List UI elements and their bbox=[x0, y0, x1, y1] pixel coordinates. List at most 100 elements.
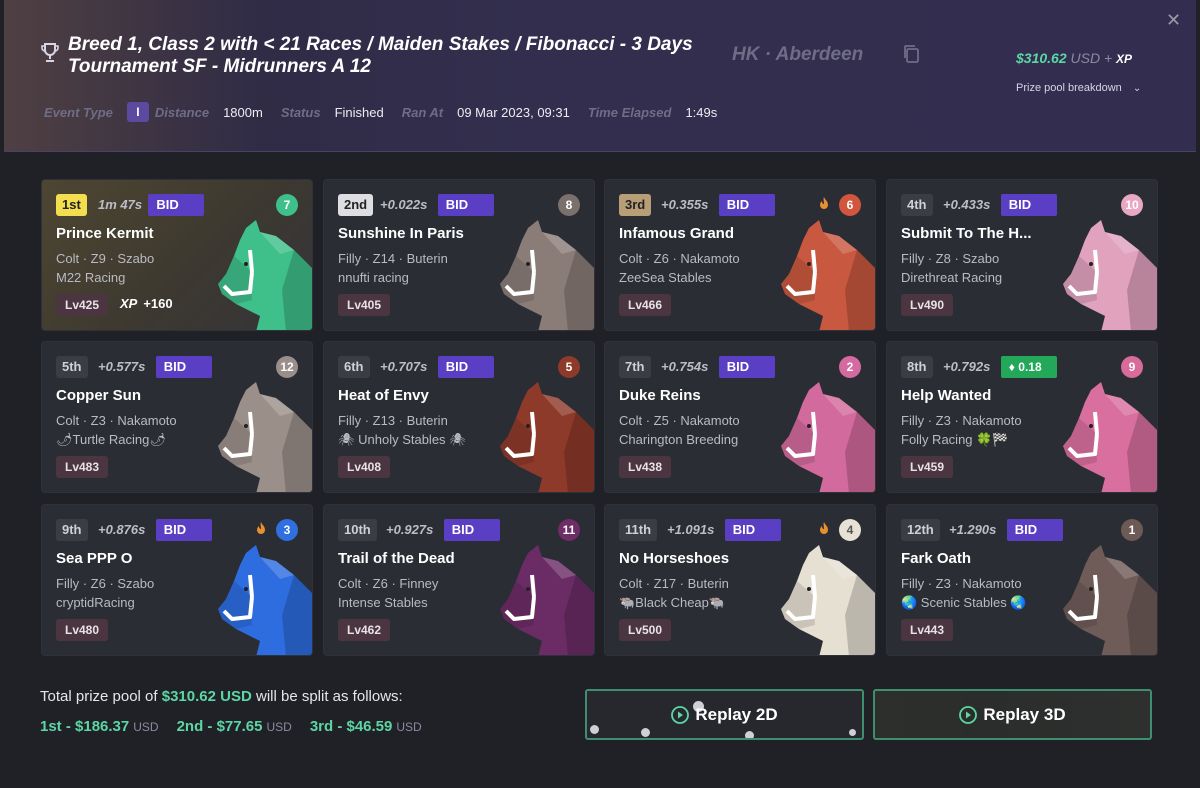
bid-button[interactable]: BID bbox=[718, 356, 775, 378]
stable-name[interactable]: Intense Stables bbox=[338, 595, 428, 610]
finish-position-badge: 2nd bbox=[338, 194, 374, 216]
result-card[interactable]: 4th +0.433s BID 10 Submit To The H... Filly ·… bbox=[886, 179, 1158, 331]
stable-name[interactable]: nnufti racing bbox=[338, 270, 409, 285]
horse-name[interactable]: Prince Kermit bbox=[56, 225, 154, 242]
stable-name[interactable]: ZeeSea Stables bbox=[619, 270, 712, 285]
level-badge: Lv480 bbox=[56, 619, 109, 641]
level-badge: Lv443 bbox=[901, 619, 954, 641]
result-card[interactable]: 5th +0.577s BID 12 Copper Sun Colt · Z3 · Nak… bbox=[41, 341, 313, 493]
horse-name[interactable]: No Horseshoes bbox=[619, 550, 729, 567]
result-card[interactable]: 10th +0.927s BID 11 Trail of the Dead Colt · … bbox=[323, 504, 595, 656]
horse-avatar bbox=[1063, 545, 1157, 655]
finish-time: +0.754s bbox=[661, 359, 709, 374]
gate-number-badge: 8 bbox=[558, 194, 580, 216]
horse-name[interactable]: Sunshine In Paris bbox=[338, 225, 464, 242]
track-marker bbox=[590, 725, 599, 734]
horse-info: Filly · Z8 · Szabo bbox=[901, 251, 1000, 266]
fire-icon bbox=[257, 522, 265, 534]
horse-info: Colt · Z3 · Nakamoto bbox=[56, 413, 177, 428]
payout-second: 2nd - $77.65 USD bbox=[177, 718, 292, 735]
trophy-icon bbox=[41, 43, 59, 62]
finish-time: +0.707s bbox=[380, 359, 428, 374]
bid-button[interactable]: BID bbox=[155, 356, 212, 378]
result-card[interactable]: 2nd +0.022s BID 8 Sunshine In Paris Filly · Z… bbox=[323, 179, 595, 331]
finish-position-badge: 10th bbox=[338, 519, 377, 541]
bid-button[interactable]: BID bbox=[443, 519, 500, 541]
horse-name[interactable]: Copper Sun bbox=[56, 387, 141, 404]
result-card[interactable]: 8th +0.792s ♦ 0.18 9 Help Wanted Filly · Z3 ·… bbox=[886, 341, 1158, 493]
horse-name[interactable]: Duke Reins bbox=[619, 387, 701, 404]
horse-name[interactable]: Help Wanted bbox=[901, 387, 991, 404]
horse-info: Colt · Z5 · Nakamoto bbox=[619, 413, 740, 428]
finish-position-badge: 6th bbox=[338, 356, 370, 378]
finish-time: +0.577s bbox=[98, 359, 146, 374]
bid-button[interactable]: BID bbox=[1006, 519, 1063, 541]
stable-name[interactable]: 🐃Black Cheap🐃 bbox=[619, 595, 725, 611]
stable-name[interactable]: 🌶Turtle Racing🌶 bbox=[56, 432, 166, 448]
replay-2d-button[interactable]: Replay 2D bbox=[585, 689, 864, 740]
payout-third: 3rd - $46.59 USD bbox=[310, 718, 422, 735]
bid-button[interactable]: BID bbox=[724, 519, 781, 541]
bid-button[interactable]: BID bbox=[437, 194, 494, 216]
horse-name[interactable]: Trail of the Dead bbox=[338, 550, 455, 567]
horse-name[interactable]: Sea PPP O bbox=[56, 550, 132, 567]
bid-button[interactable]: BID bbox=[718, 194, 775, 216]
bid-button[interactable]: BID bbox=[148, 194, 205, 216]
result-card[interactable]: 9th +0.876s BID 3 Sea PPP O Filly · Z6 · Szab… bbox=[41, 504, 313, 656]
prize-breakdown-toggle[interactable]: Prize pool breakdown ⌄ bbox=[1016, 82, 1141, 94]
finish-time: +1.091s bbox=[667, 522, 715, 537]
prize-amount: $310.62 bbox=[1016, 50, 1067, 66]
result-card[interactable]: 3rd +0.355s BID 6 Infamous Grand Colt · Z6 · … bbox=[604, 179, 876, 331]
bid-button[interactable]: BID bbox=[1000, 194, 1057, 216]
horse-info: Filly · Z3 · Nakamoto bbox=[901, 413, 1022, 428]
horse-name[interactable]: Heat of Envy bbox=[338, 387, 429, 404]
split-amount: $310.62 USD bbox=[161, 688, 252, 705]
ran-at-value: 09 Mar 2023, 09:31 bbox=[457, 104, 570, 120]
horse-avatar bbox=[1063, 220, 1157, 330]
horse-info: Filly · Z6 · Szabo bbox=[56, 576, 155, 591]
horse-info: Colt · Z17 · Buterin bbox=[619, 576, 729, 591]
stable-name[interactable]: 🕷 Unholy Stables 🕷 bbox=[338, 432, 466, 448]
eth-bid-badge[interactable]: ♦ 0.18 bbox=[1000, 356, 1057, 378]
gate-number-badge: 11 bbox=[558, 519, 580, 541]
result-card[interactable]: 11th +1.091s BID 4 No Horseshoes Colt · Z17 ·… bbox=[604, 504, 876, 656]
xp-label: XP bbox=[120, 296, 138, 311]
stable-name[interactable]: cryptidRacing bbox=[56, 595, 135, 610]
gate-number-badge: 6 bbox=[839, 194, 861, 216]
level-badge: Lv483 bbox=[56, 456, 109, 478]
gate-number-badge: 5 bbox=[558, 356, 580, 378]
finish-position-badge: 12th bbox=[901, 519, 940, 541]
track-marker bbox=[641, 728, 650, 737]
horse-name[interactable]: Fark Oath bbox=[901, 550, 971, 567]
stable-name[interactable]: Direthreat Racing bbox=[901, 270, 1002, 285]
bid-button[interactable]: BID bbox=[155, 519, 212, 541]
horse-info: Colt · Z6 · Finney bbox=[338, 576, 439, 591]
fire-icon bbox=[820, 197, 828, 209]
stable-name[interactable]: 🌏 Scenic Stables 🌏 bbox=[901, 595, 1027, 611]
level-badge: Lv500 bbox=[619, 619, 672, 641]
replay-3d-label-group: Replay 3D bbox=[959, 705, 1066, 725]
stable-name[interactable]: M22 Racing bbox=[56, 270, 125, 285]
result-card[interactable]: 6th +0.707s BID 5 Heat of Envy Filly · Z13 · … bbox=[323, 341, 595, 493]
bid-button[interactable]: BID bbox=[437, 356, 494, 378]
race-meta: Event Type I Distance 1800m Status Finis… bbox=[44, 101, 735, 123]
stable-name[interactable]: Folly Racing 🍀🏁 bbox=[901, 432, 1009, 448]
payout-currency: USD bbox=[396, 720, 422, 734]
level-badge: Lv405 bbox=[338, 294, 391, 316]
result-card[interactable]: 12th +1.290s BID 1 Fark Oath Filly · Z3 · Nak… bbox=[886, 504, 1158, 656]
horse-info: Filly · Z3 · Nakamoto bbox=[901, 576, 1022, 591]
replay-2d-label: Replay 2D bbox=[695, 704, 778, 724]
horse-avatar bbox=[218, 220, 312, 330]
result-card[interactable]: 7th +0.754s BID 2 Duke Reins Colt · Z5 · Naka… bbox=[604, 341, 876, 493]
close-icon[interactable]: ✕ bbox=[1166, 11, 1182, 29]
race-result-modal: ✕ Breed 1, Class 2 with < 21 Races / Mai… bbox=[0, 0, 1200, 788]
horse-name[interactable]: Infamous Grand bbox=[619, 225, 734, 242]
result-card[interactable]: 1st 1m 47s BID 7 Prince Kermit Colt · Z9 · Sz… bbox=[41, 179, 313, 331]
finish-time: +0.876s bbox=[98, 522, 146, 537]
replay-3d-button[interactable]: Replay 3D bbox=[873, 689, 1152, 740]
stable-name[interactable]: Charington Breeding bbox=[619, 432, 738, 447]
payout-label: 2nd - $77.65 bbox=[176, 718, 263, 735]
horse-avatar bbox=[781, 545, 875, 655]
copy-icon[interactable] bbox=[902, 44, 920, 64]
horse-name[interactable]: Submit To The H... bbox=[901, 225, 1032, 242]
